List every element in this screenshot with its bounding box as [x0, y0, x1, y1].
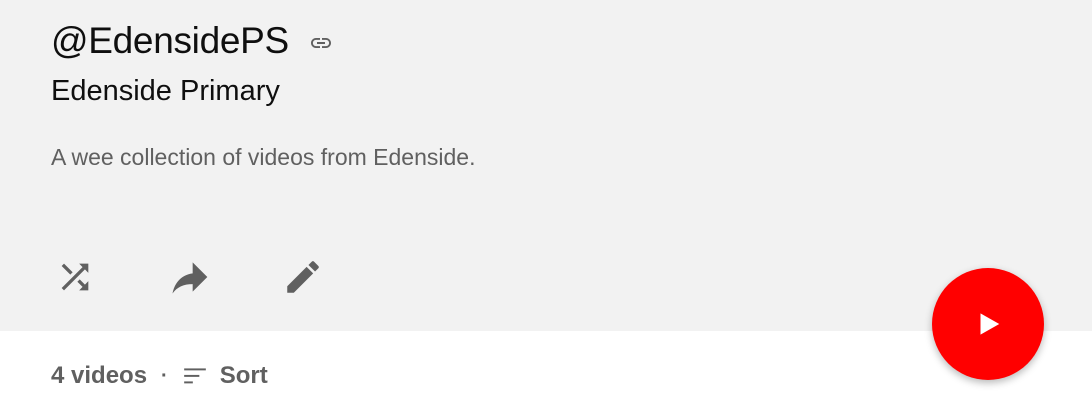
share-icon [172, 262, 208, 294]
playlist-actions [51, 253, 327, 301]
sort-icon [182, 363, 208, 389]
playlist-description: A wee collection of videos from Edenside… [51, 144, 476, 170]
link-icon[interactable] [307, 29, 335, 57]
playlist-page: @EdensidePS Edenside Primary A wee colle… [0, 0, 1092, 410]
shuffle-icon [61, 263, 89, 291]
sort-button[interactable]: Sort [182, 358, 268, 394]
playlist-title: Edenside Primary [51, 75, 280, 107]
edit-button[interactable] [279, 253, 327, 301]
video-count: 4 videos [51, 362, 148, 389]
meta-separator: · [161, 365, 168, 387]
pencil-icon [287, 261, 319, 293]
play-all-button[interactable] [932, 268, 1044, 380]
shuffle-button[interactable] [51, 253, 99, 301]
play-icon [980, 313, 1000, 335]
playlist-header: @EdensidePS Edenside Primary A wee colle… [0, 0, 1092, 331]
handle-row: @EdensidePS [51, 18, 335, 64]
playlist-meta: 4 videos · Sort [51, 358, 268, 394]
channel-handle[interactable]: @EdensidePS [51, 18, 289, 64]
share-button[interactable] [165, 253, 213, 301]
sort-label: Sort [219, 362, 268, 389]
